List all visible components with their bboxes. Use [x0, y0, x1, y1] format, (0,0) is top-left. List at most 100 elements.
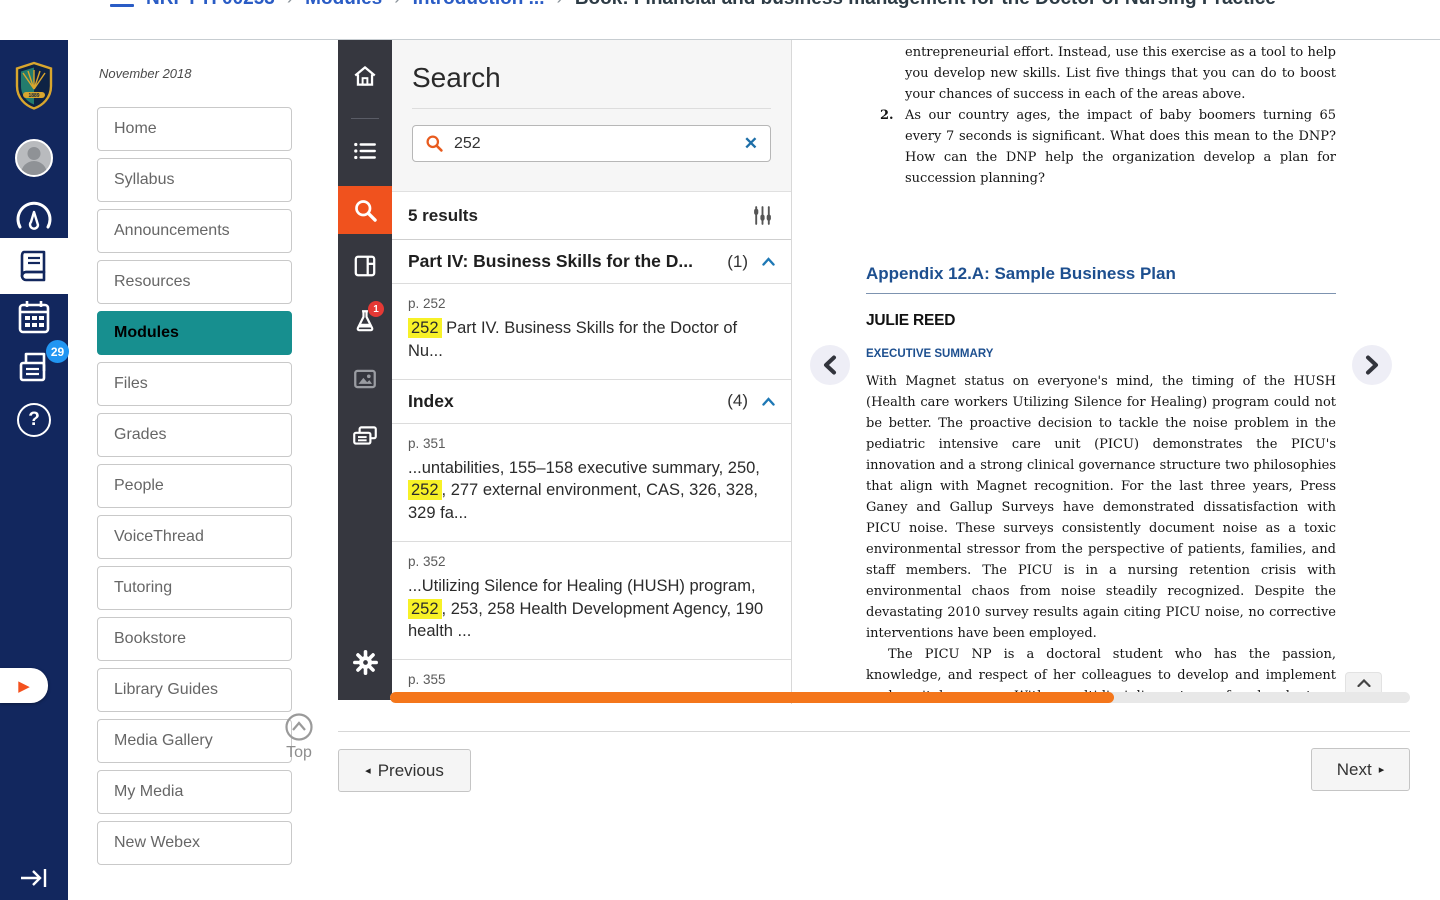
filter-sliders-icon[interactable] — [752, 205, 773, 226]
breadcrumb-current-page: Book: Financial and business management … — [575, 0, 1276, 10]
reader-figures-button[interactable] — [338, 355, 392, 403]
sidebar-item-library-guides[interactable]: Library Guides — [97, 668, 292, 712]
sidebar-item-new-webex[interactable]: New Webex — [97, 821, 292, 865]
result-snippet: 252 Part IV. Business Skills for the Doc… — [408, 317, 775, 363]
sidebar-item-bookstore[interactable]: Bookstore — [97, 617, 292, 661]
sidebar-item-files[interactable]: Files — [97, 362, 292, 406]
account-nav-item[interactable] — [0, 136, 68, 180]
reader-home-button[interactable] — [338, 52, 392, 100]
global-nav: 1889 — [0, 40, 68, 900]
search-results-list: Part IV: Business Skills for the D... (1… — [392, 240, 791, 704]
search-icon — [352, 197, 379, 224]
dashboard-nav-item[interactable] — [0, 194, 68, 236]
breadcrumb-separator: › — [287, 0, 293, 10]
book-page-panel: entrepreneurial effort. Instead, use thi… — [793, 40, 1410, 704]
list-text: As our country ages, the impact of baby … — [905, 108, 1336, 186]
sidebar-item-resources[interactable]: Resources — [97, 260, 292, 304]
inbox-nav-item[interactable]: 29 — [0, 346, 68, 390]
play-icon: ▶ — [18, 677, 30, 695]
section-subheading: EXECUTIVE SUMMARY — [866, 345, 1336, 364]
sidebar-item-voicethread[interactable]: VoiceThread — [97, 515, 292, 559]
sidebar-item-announcements[interactable]: Announcements — [97, 209, 292, 253]
courses-nav-item-active[interactable] — [0, 238, 68, 294]
highlight-match: 252 — [408, 480, 442, 500]
calendar-nav-item[interactable] — [0, 296, 68, 338]
labs-badge: 1 — [368, 301, 384, 317]
book-paragraph-fragment: entrepreneurial effort. Instead, use thi… — [866, 42, 1336, 105]
screen: NRPT-H 00253 › Modules › Introduction ..… — [0, 0, 1440, 900]
sidebar-item-grades[interactable]: Grades — [97, 413, 292, 457]
help-nav-item[interactable]: ? — [0, 400, 68, 440]
home-icon — [352, 63, 378, 89]
breadcrumb-modules-link[interactable]: Modules — [305, 0, 382, 10]
previous-module-item-button[interactable]: ◂ Previous — [338, 749, 471, 792]
result-page-number: p. 252 — [408, 296, 775, 311]
clear-search-icon[interactable]: ✕ — [744, 135, 758, 152]
right-triangle-icon: ▸ — [1379, 763, 1385, 776]
sidebar-item-syllabus[interactable]: Syllabus — [97, 158, 292, 202]
search-result-row[interactable]: p. 352 ...Utilizing Silence for Healing … — [392, 542, 791, 660]
inbox-badge: 29 — [46, 340, 69, 363]
gear-icon — [352, 649, 379, 676]
highlight-match: 252 — [408, 318, 442, 338]
sidebar-item-people[interactable]: People — [97, 464, 292, 508]
dashboard-gauge-icon — [15, 198, 53, 232]
school-logo[interactable]: 1889 — [0, 58, 68, 114]
media-play-tab[interactable]: ▶ — [0, 668, 48, 703]
highlight-match: 252 — [408, 599, 442, 619]
reader-flashcards-button[interactable] — [338, 412, 392, 460]
chevron-up-icon — [1357, 679, 1371, 687]
results-count: 5 results — [408, 206, 478, 226]
next-module-item-button[interactable]: Next ▸ — [1311, 748, 1410, 791]
sidebar-item-my-media[interactable]: My Media — [97, 770, 292, 814]
previous-page-button[interactable] — [810, 345, 850, 385]
book-page: entrepreneurial effort. Instead, use thi… — [866, 42, 1336, 704]
result-page-number: p. 352 — [408, 554, 775, 569]
reader-notebook-button[interactable] — [338, 242, 392, 290]
chevron-up-icon[interactable] — [762, 397, 775, 406]
reader-labs-button[interactable]: 1 — [338, 297, 392, 345]
result-snippet: ...untabilities, 155–158 executive summa… — [408, 457, 775, 525]
reader-search-button-active[interactable] — [338, 186, 392, 234]
sidebar-item-media-gallery[interactable]: Media Gallery — [97, 719, 292, 763]
breadcrumb-course-link[interactable]: NRPT-H 00253 — [146, 0, 275, 10]
scroll-top-button[interactable]: Top — [279, 712, 319, 762]
search-panel-title: Search — [392, 40, 791, 94]
calendar-icon — [16, 298, 52, 336]
footer-divider — [338, 731, 1410, 732]
chevron-up-icon[interactable] — [762, 257, 775, 266]
circle-arrow-up-icon — [284, 712, 314, 742]
left-triangle-icon: ◂ — [365, 764, 371, 777]
appendix-heading: Appendix 12.A: Sample Business Plan — [866, 260, 1336, 294]
reader-toolbar: 1 — [338, 40, 392, 700]
result-group-index[interactable]: Index (4) — [392, 380, 791, 424]
reader-settings-button[interactable] — [338, 638, 392, 686]
menu-icon[interactable] — [110, 0, 134, 11]
expand-nav-button[interactable] — [0, 858, 68, 898]
search-input[interactable] — [454, 135, 734, 153]
help-icon: ? — [17, 403, 51, 437]
next-page-button[interactable] — [1352, 345, 1392, 385]
sidebar-item-tutoring[interactable]: Tutoring — [97, 566, 292, 610]
list-number: 2. — [880, 105, 894, 126]
sidebar-item-home[interactable]: Home — [97, 107, 292, 151]
search-result-row[interactable]: p. 252 252 Part IV. Business Skills for … — [392, 284, 791, 380]
sidebar-item-modules-active[interactable]: Modules — [97, 311, 292, 355]
reader-toc-button[interactable] — [338, 127, 392, 175]
table-of-contents-icon — [352, 138, 378, 164]
search-input-icon — [425, 134, 444, 153]
chevron-left-icon — [822, 355, 838, 375]
chevron-right-icon — [1364, 355, 1380, 375]
breadcrumb-module-link[interactable]: Introduction ... — [413, 0, 545, 10]
notebook-icon — [352, 253, 378, 279]
search-field[interactable]: ✕ — [412, 125, 771, 162]
search-panel-header: Search ✕ — [392, 40, 791, 192]
course-nav: November 2018 Home Syllabus Announcement… — [97, 66, 292, 872]
search-result-row[interactable]: p. 351 ...untabilities, 155–158 executiv… — [392, 424, 791, 542]
ebook-reader: 1 — [338, 40, 1410, 704]
term-label: November 2018 — [99, 66, 292, 81]
shield-logo-icon: 1889 — [13, 61, 55, 111]
reading-progress-bar[interactable] — [390, 692, 1410, 703]
result-group-part-iv[interactable]: Part IV: Business Skills for the D... (1… — [392, 240, 791, 284]
collapse-reader-button[interactable] — [1345, 672, 1382, 693]
